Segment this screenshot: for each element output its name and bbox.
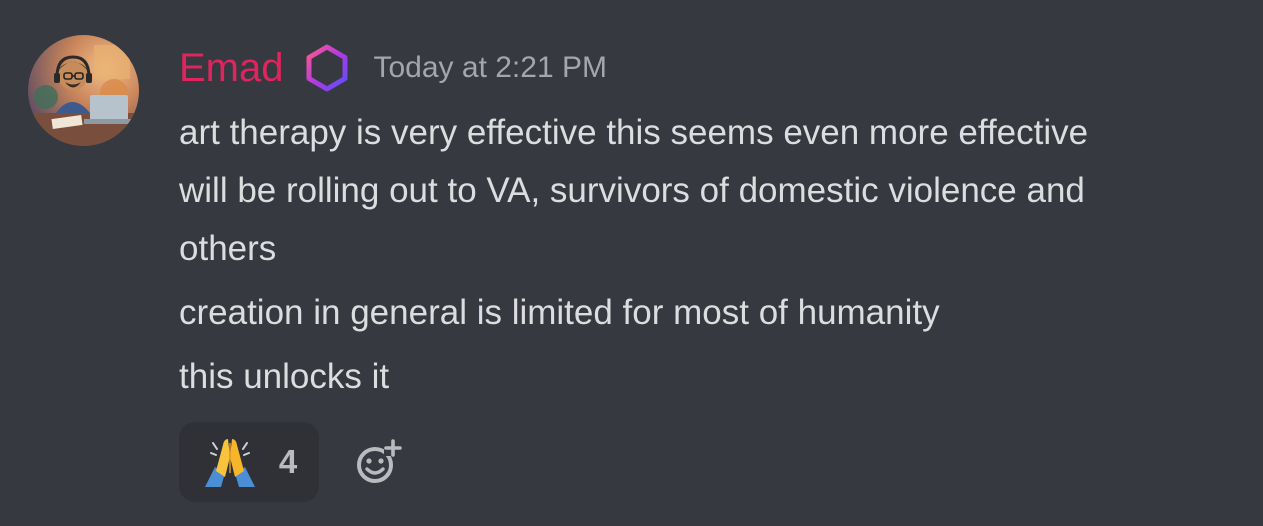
user-avatar[interactable] <box>28 35 139 146</box>
chat-message: Emad Today at 2:21 PM art therapy is ver… <box>0 0 1263 526</box>
message-header: Emad Today at 2:21 PM <box>179 38 607 98</box>
message-line: others <box>179 229 277 268</box>
message-timestamp[interactable]: Today at 2:21 PM <box>374 38 607 98</box>
reaction-count: 4 <box>278 443 298 480</box>
reactions-bar: 4 <box>179 422 402 502</box>
hexagon-icon[interactable] <box>302 43 352 93</box>
username[interactable]: Emad <box>179 38 284 98</box>
avatar-illustration <box>28 35 139 146</box>
folded-hands-icon <box>204 439 255 487</box>
add-reaction-icon[interactable] <box>354 438 402 486</box>
message-content: art therapy is very effective this seems… <box>179 104 1249 406</box>
reaction-button[interactable]: 4 <box>179 422 319 502</box>
message-line: will be rolling out to VA, survivors of … <box>179 171 1085 210</box>
message-line: this unlocks it <box>179 357 390 396</box>
message-line: creation in general is limited for most … <box>179 293 940 332</box>
message-line: art therapy is very effective this seems… <box>179 113 1089 152</box>
